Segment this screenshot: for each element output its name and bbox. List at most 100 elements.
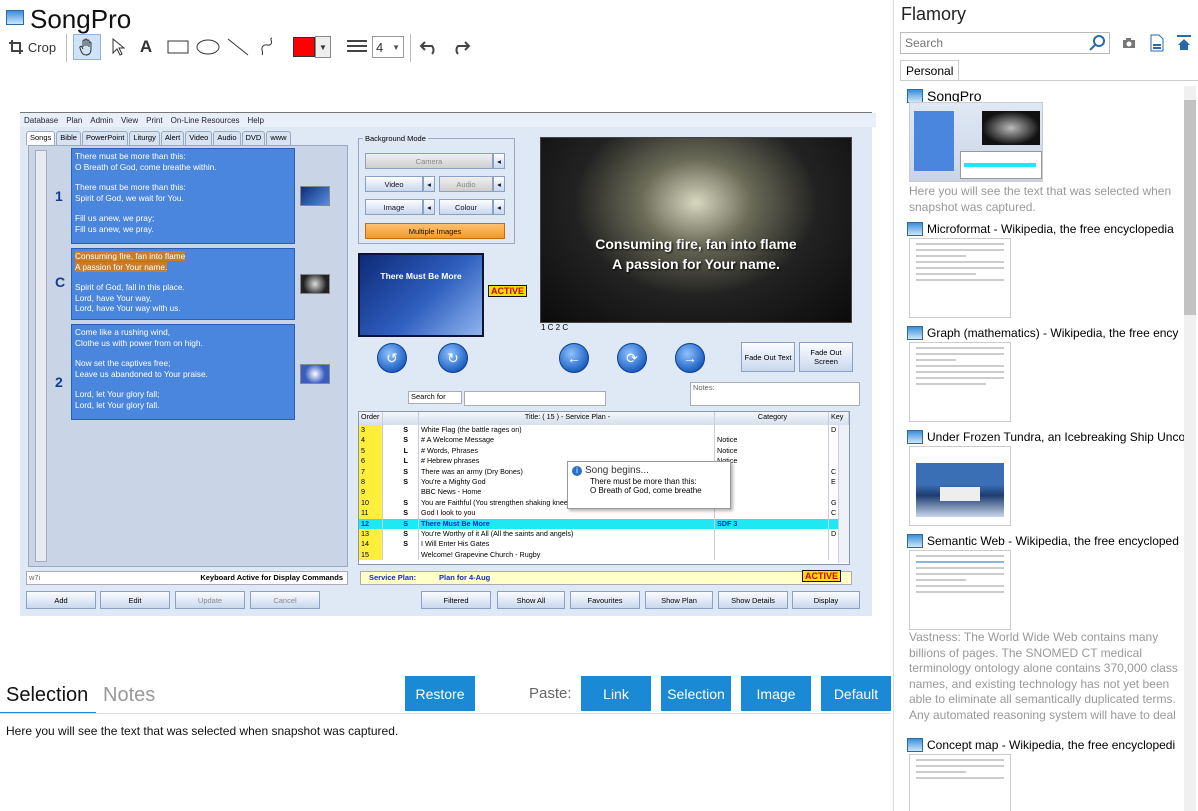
next-slide-thumbnail[interactable]: There Must Be More xyxy=(358,253,484,337)
rectangle-tool-button[interactable] xyxy=(164,34,192,60)
camera-button[interactable]: Camera xyxy=(365,153,493,169)
verse-block[interactable]: Consuming fire, fan into flame A passion … xyxy=(71,248,295,320)
table-row[interactable]: 3 S White Flag (the battle rages on) D xyxy=(359,425,849,436)
menu-item[interactable]: Plan xyxy=(66,116,82,125)
menu-item[interactable]: On-Line Resources xyxy=(171,116,240,125)
table-cell: 13 xyxy=(359,529,383,540)
restore-button[interactable]: Restore xyxy=(405,676,475,711)
lyrics-scrollbar[interactable] xyxy=(35,150,47,562)
table-row[interactable]: 4 S # A Welcome Message Notice xyxy=(359,435,849,446)
previous-button[interactable]: ← xyxy=(559,343,589,373)
paste-image-button[interactable]: Image xyxy=(741,676,811,711)
filtered-button[interactable]: Filtered xyxy=(421,591,491,609)
search-for-dropdown[interactable]: Search for xyxy=(408,391,462,404)
redo-button[interactable] xyxy=(446,34,474,60)
fade-out-screen-button[interactable]: Fade Out Screen xyxy=(799,342,853,372)
rotate-left-button[interactable]: ↺ xyxy=(377,343,407,373)
tab-songs[interactable]: Songs xyxy=(26,131,56,145)
verse-block[interactable]: Come like a rushing wind, Clothe us with … xyxy=(71,324,295,420)
table-cell: S xyxy=(383,529,419,540)
tab-liturgy[interactable]: Liturgy xyxy=(129,131,160,145)
next-button[interactable]: → xyxy=(675,343,705,373)
search-input[interactable] xyxy=(464,391,606,406)
show-all-button[interactable]: Show All xyxy=(497,591,565,609)
menu-item[interactable]: Admin xyxy=(90,116,113,125)
tab-video[interactable]: Video xyxy=(185,131,213,145)
display-button[interactable]: Display xyxy=(792,591,860,609)
tab-dvd[interactable]: DVD xyxy=(241,131,266,145)
tab-alert[interactable]: Alert xyxy=(160,131,185,145)
tab-audio[interactable]: Audio xyxy=(213,131,241,145)
update-button[interactable]: Update xyxy=(175,591,245,609)
paste-selection-button[interactable]: Selection xyxy=(661,676,731,711)
camera-icon[interactable] xyxy=(1122,36,1136,54)
table-cell: # Words, Phrases xyxy=(419,445,715,457)
chevron-left-icon[interactable]: ◂ xyxy=(493,176,505,192)
show-details-button[interactable]: Show Details xyxy=(718,591,788,609)
chevron-left-icon[interactable]: ◂ xyxy=(493,153,505,169)
collapse-top-icon[interactable] xyxy=(1176,34,1192,57)
audio-button[interactable]: Audio xyxy=(439,176,493,192)
cancel-button[interactable]: Cancel xyxy=(250,591,320,609)
tab-notes[interactable]: Notes xyxy=(103,684,155,707)
fade-out-text-button[interactable]: Fade Out Text xyxy=(741,342,795,372)
tooltip-title: Song begins... xyxy=(585,465,649,476)
rotate-right-button[interactable]: ↻ xyxy=(438,343,468,373)
table-row[interactable]: 13 S You're Worthy of it All (All the sain… xyxy=(359,529,849,540)
edit-button[interactable]: Edit xyxy=(100,591,170,609)
snapshot-thumbnail xyxy=(909,754,1011,811)
arrow-left-icon: ← xyxy=(567,350,581,366)
freehand-tool-button[interactable] xyxy=(254,34,282,60)
hand-tool-button[interactable] xyxy=(73,34,101,60)
tab-www[interactable]: www xyxy=(266,131,291,145)
ellipse-tool-button[interactable] xyxy=(194,34,222,60)
show-plan-button[interactable]: Show Plan xyxy=(645,591,713,609)
tab-personal[interactable]: Personal xyxy=(900,60,960,81)
table-cell: L xyxy=(383,456,419,467)
table-cell: 5 xyxy=(359,445,383,457)
table-cell xyxy=(383,487,419,498)
line-width-select[interactable]: 4 ▼ xyxy=(372,36,404,58)
add-button[interactable]: Add xyxy=(26,591,96,609)
flamory-search-input[interactable] xyxy=(900,32,1110,54)
verse-block[interactable]: There must be more than this: O Breath of… xyxy=(71,148,295,244)
video-button[interactable]: Video xyxy=(365,176,423,192)
image-button[interactable]: Image xyxy=(365,199,423,215)
document-icon[interactable] xyxy=(1150,34,1164,57)
menu-item[interactable]: Database xyxy=(24,116,58,125)
menu-item[interactable]: Help xyxy=(248,116,264,125)
table-row[interactable]: 14 S I Will Enter His Gates xyxy=(359,539,849,550)
chevron-left-icon[interactable]: ◂ xyxy=(423,199,435,215)
crop-button[interactable]: Crop xyxy=(6,34,58,60)
multiple-images-button[interactable]: Multiple Images xyxy=(365,223,505,239)
table-row[interactable]: 12 S There Must Be More SDF 3 xyxy=(359,518,849,529)
line-tool-button[interactable] xyxy=(224,34,252,60)
verse-thumbnail xyxy=(300,186,330,206)
grid-scrollbar[interactable] xyxy=(838,425,849,563)
flamory-scrollbar-thumb[interactable] xyxy=(1184,100,1196,315)
tab-powerpoint[interactable]: PowerPoint xyxy=(81,131,129,145)
menu-item[interactable]: View xyxy=(121,116,138,125)
chevron-left-icon[interactable]: ◂ xyxy=(423,176,435,192)
tab-bible[interactable]: Bible xyxy=(56,131,81,145)
select-tool-button[interactable] xyxy=(106,34,130,60)
table-row[interactable]: 5 L # Words, Phrases Notice xyxy=(359,445,849,457)
background-mode-title: Background Mode xyxy=(363,134,428,143)
undo-button[interactable] xyxy=(416,34,444,60)
pen-icon xyxy=(261,37,273,56)
chevron-left-icon[interactable]: ◂ xyxy=(493,199,505,215)
table-row[interactable]: 11 S God I look to you C xyxy=(359,508,849,519)
color-picker[interactable]: ▼ xyxy=(292,34,332,60)
line-icon xyxy=(227,38,249,56)
paste-link-button[interactable]: Link xyxy=(581,676,651,711)
refresh-button[interactable]: ⟳ xyxy=(617,343,647,373)
table-row[interactable]: 15 Welcome! Grapevine Church - Rugby xyxy=(359,549,849,561)
notes-field[interactable]: Notes: xyxy=(690,382,860,406)
colour-button[interactable]: Colour xyxy=(439,199,493,215)
favourites-button[interactable]: Favourites xyxy=(570,591,640,609)
tab-selection[interactable]: Selection xyxy=(6,684,88,707)
menu-item[interactable]: Print xyxy=(146,116,162,125)
search-icon[interactable] xyxy=(1089,34,1107,57)
text-tool-button[interactable]: A xyxy=(134,34,158,60)
paste-default-button[interactable]: Default xyxy=(821,676,891,711)
